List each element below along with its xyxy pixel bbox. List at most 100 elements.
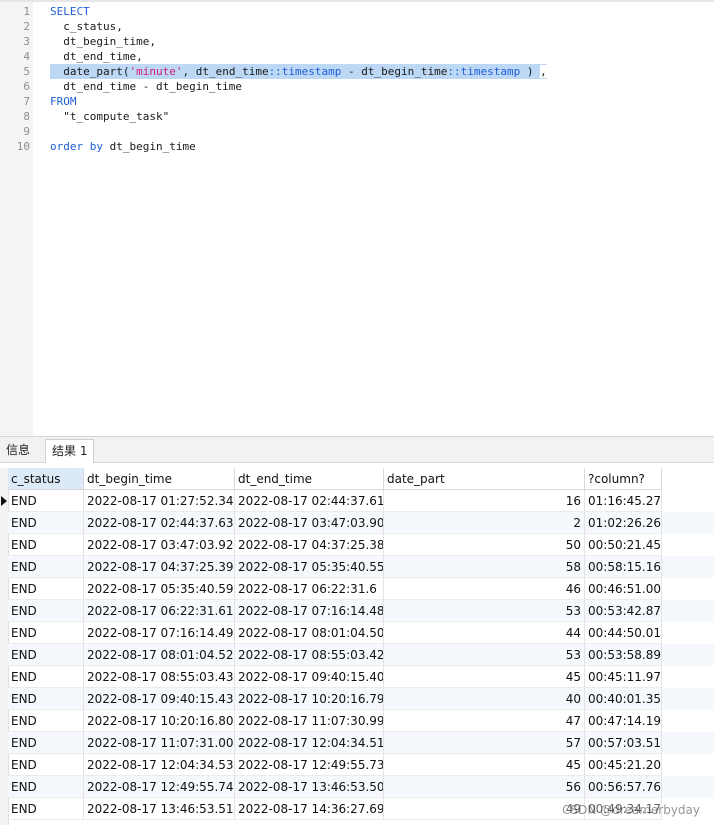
- column-header[interactable]: date_part: [384, 468, 585, 490]
- table-row[interactable]: END 2022-08-17 05:35:40.599 2022-08-17 06:…: [8, 578, 714, 600]
- table-cell[interactable]: 00:45:21.203: [585, 754, 662, 776]
- table-cell[interactable]: END: [8, 754, 84, 776]
- table-cell[interactable]: END: [8, 776, 84, 798]
- table-cell[interactable]: 00:50:21.458: [585, 534, 662, 556]
- table-cell[interactable]: 58: [384, 556, 585, 578]
- table-cell[interactable]: 45: [384, 666, 585, 688]
- table-cell[interactable]: 47: [384, 710, 585, 732]
- table-row[interactable]: END 2022-08-17 03:47:03.923 2022-08-17 04:…: [8, 534, 714, 556]
- table-cell[interactable]: 53: [384, 644, 585, 666]
- table-cell[interactable]: 46: [384, 578, 585, 600]
- table-cell[interactable]: 2022-08-17 12:49:55.74: [84, 776, 235, 798]
- table-cell[interactable]: END: [8, 534, 84, 556]
- sql-editor[interactable]: 1 SELECT 2 c_status, 3 dt_begin_time, 4 dt_e…: [0, 0, 714, 436]
- table-row[interactable]: END 2022-08-17 08:55:03.43 2022-08-17 09:4…: [8, 666, 714, 688]
- table-row[interactable]: END 2022-08-17 06:22:31.61 2022-08-17 07:1…: [8, 600, 714, 622]
- table-row[interactable]: END 2022-08-17 12:49:55.74 2022-08-17 13:4…: [8, 776, 714, 798]
- table-row[interactable]: END 2022-08-17 07:16:14.49 2022-08-17 08:0…: [8, 622, 714, 644]
- table-cell[interactable]: END: [8, 732, 84, 754]
- table-cell[interactable]: END: [8, 688, 84, 710]
- table-cell[interactable]: 00:45:11.977: [585, 666, 662, 688]
- column-header[interactable]: dt_begin_time: [84, 468, 235, 490]
- table-cell[interactable]: 2022-08-17 08:55:03.43: [84, 666, 235, 688]
- table-cell[interactable]: 2022-08-17 12:04:34.518: [235, 732, 384, 754]
- table-row[interactable]: END 2022-08-17 01:27:52.34 2022-08-17 02:4…: [8, 490, 714, 512]
- table-cell[interactable]: 2022-08-17 07:16:14.483: [235, 600, 384, 622]
- table-cell[interactable]: 56: [384, 776, 585, 798]
- table-cell[interactable]: 2: [384, 512, 585, 534]
- table-cell[interactable]: 44: [384, 622, 585, 644]
- table-cell[interactable]: 01:02:26.268: [585, 512, 662, 534]
- table-cell[interactable]: 2022-08-17 05:35:40.553: [235, 556, 384, 578]
- table-cell[interactable]: 2022-08-17 09:40:15.407: [235, 666, 384, 688]
- table-cell[interactable]: 2022-08-17 08:01:04.502: [235, 622, 384, 644]
- table-cell[interactable]: 57: [384, 732, 585, 754]
- tab-info[interactable]: 信息: [0, 439, 36, 462]
- table-cell[interactable]: 2022-08-17 03:47:03.902: [235, 512, 384, 534]
- table-cell[interactable]: END: [8, 600, 84, 622]
- table-cell[interactable]: 2022-08-17 02:44:37.619: [235, 490, 384, 512]
- table-cell[interactable]: 2022-08-17 08:01:04.522: [84, 644, 235, 666]
- table-cell[interactable]: 53: [384, 600, 585, 622]
- table-cell[interactable]: 49: [384, 798, 585, 820]
- table-cell[interactable]: 00:53:58.899: [585, 644, 662, 666]
- table-cell[interactable]: 2022-08-17 07:16:14.49: [84, 622, 235, 644]
- table-row[interactable]: END 2022-08-17 08:01:04.522 2022-08-17 08:…: [8, 644, 714, 666]
- table-cell[interactable]: 2022-08-17 02:44:37.634: [84, 512, 235, 534]
- table-cell[interactable]: 40: [384, 688, 585, 710]
- table-cell[interactable]: 2022-08-17 06:22:31.6: [235, 578, 384, 600]
- column-header[interactable]: c_status: [8, 468, 84, 490]
- table-cell[interactable]: 2022-08-17 06:22:31.61: [84, 600, 235, 622]
- table-row[interactable]: END 2022-08-17 04:37:25.391 2022-08-17 05:…: [8, 556, 714, 578]
- line-number: 2: [23, 20, 30, 33]
- tab-result-1[interactable]: 结果 1: [45, 439, 95, 463]
- table-cell[interactable]: END: [8, 798, 84, 820]
- table-cell[interactable]: 2022-08-17 11:07:30.994: [235, 710, 384, 732]
- table-cell[interactable]: 16: [384, 490, 585, 512]
- table-cell[interactable]: END: [8, 644, 84, 666]
- result-grid[interactable]: c_status dt_begin_time dt_end_time date_par…: [0, 468, 714, 825]
- table-cell[interactable]: 00:58:15.162: [585, 556, 662, 578]
- editor-top-border: [0, 0, 714, 2]
- table-cell[interactable]: 2022-08-17 14:36:27.691: [235, 798, 384, 820]
- table-cell[interactable]: 2022-08-17 12:49:55.734: [235, 754, 384, 776]
- table-cell[interactable]: 2022-08-17 11:07:31.007: [84, 732, 235, 754]
- table-cell[interactable]: 2022-08-17 12:04:34.531: [84, 754, 235, 776]
- table-cell[interactable]: 2022-08-17 10:20:16.79: [235, 688, 384, 710]
- table-cell[interactable]: END: [8, 556, 84, 578]
- table-cell[interactable]: 00:57:03.511: [585, 732, 662, 754]
- column-header[interactable]: dt_end_time: [235, 468, 384, 490]
- table-cell[interactable]: 00:53:42.873: [585, 600, 662, 622]
- table-cell[interactable]: 01:16:45.279: [585, 490, 662, 512]
- table-cell[interactable]: 2022-08-17 08:55:03.421: [235, 644, 384, 666]
- table-cell[interactable]: 2022-08-17 09:40:15.434: [84, 688, 235, 710]
- table-cell[interactable]: 2022-08-17 03:47:03.923: [84, 534, 235, 556]
- table-row[interactable]: END 2022-08-17 11:07:31.007 2022-08-17 12:…: [8, 732, 714, 754]
- table-cell[interactable]: 00:46:51.001: [585, 578, 662, 600]
- table-row[interactable]: END 2022-08-17 12:04:34.531 2022-08-17 12:…: [8, 754, 714, 776]
- table-cell[interactable]: 2022-08-17 04:37:25.391: [84, 556, 235, 578]
- column-header[interactable]: ?column?: [585, 468, 662, 490]
- table-cell[interactable]: 2022-08-17 10:20:16.804: [84, 710, 235, 732]
- table-cell[interactable]: 00:44:50.012: [585, 622, 662, 644]
- table-cell[interactable]: 2022-08-17 05:35:40.599: [84, 578, 235, 600]
- table-cell[interactable]: 2022-08-17 13:46:53.509: [235, 776, 384, 798]
- table-cell[interactable]: END: [8, 666, 84, 688]
- table-cell[interactable]: 2022-08-17 13:46:53.516: [84, 798, 235, 820]
- table-cell[interactable]: 00:47:14.19: [585, 710, 662, 732]
- code-text: dt_end_time,: [50, 49, 142, 64]
- table-cell[interactable]: END: [8, 512, 84, 534]
- table-cell[interactable]: 45: [384, 754, 585, 776]
- table-cell[interactable]: 2022-08-17 01:27:52.34: [84, 490, 235, 512]
- table-row[interactable]: END 2022-08-17 10:20:16.804 2022-08-17 11:…: [8, 710, 714, 732]
- table-row[interactable]: END 2022-08-17 09:40:15.434 2022-08-17 10:…: [8, 688, 714, 710]
- table-row[interactable]: END 2022-08-17 02:44:37.634 2022-08-17 03:…: [8, 512, 714, 534]
- table-cell[interactable]: 50: [384, 534, 585, 556]
- table-cell[interactable]: END: [8, 710, 84, 732]
- table-cell[interactable]: 2022-08-17 04:37:25.381: [235, 534, 384, 556]
- table-cell[interactable]: END: [8, 578, 84, 600]
- table-cell[interactable]: 00:56:57.769: [585, 776, 662, 798]
- table-cell[interactable]: 00:40:01.356: [585, 688, 662, 710]
- table-cell[interactable]: END: [8, 622, 84, 644]
- table-cell[interactable]: END: [8, 490, 84, 512]
